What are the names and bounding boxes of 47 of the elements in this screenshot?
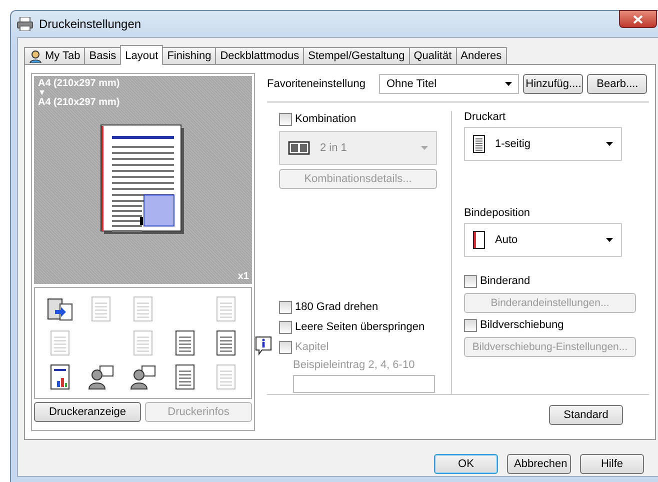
person-icon[interactable]: [88, 364, 114, 390]
favorite-dropdown[interactable]: Ohne Titel: [379, 74, 520, 94]
favorite-label: Favoriteneinstellung: [267, 78, 366, 90]
tab[interactable]: My Tab: [24, 47, 86, 64]
tab[interactable]: Stempel/Gestaltung: [303, 47, 410, 64]
dropdown-arrow-icon: [606, 142, 613, 146]
tab[interactable]: Basis: [84, 47, 122, 64]
copies-count: x1: [238, 271, 249, 282]
paper-size: A4 (210x297 mm): [38, 78, 120, 89]
arrow-icon: ▼: [38, 89, 46, 97]
binding-position-label: Bindeposition: [464, 207, 530, 219]
printer-icon: [17, 17, 33, 31]
page-icon: [473, 135, 485, 153]
tab[interactable]: Layout: [120, 45, 164, 65]
page-icon: [473, 231, 485, 249]
print-type-label: Druckart: [464, 111, 506, 123]
window-title: Druckeinstellungen: [39, 17, 142, 31]
option-checkbox[interactable]: 180 Grad drehen: [279, 299, 378, 315]
dropdown-arrow-icon: [606, 238, 613, 242]
standard-button[interactable]: Standard: [549, 405, 623, 425]
close-icon: [633, 14, 643, 24]
tab[interactable]: Deckblattmodus: [215, 47, 304, 64]
dialog-button[interactable]: Hilfe: [580, 454, 644, 474]
tab[interactable]: Anderes: [456, 47, 507, 64]
close-button[interactable]: [619, 10, 657, 28]
favorite-button[interactable]: Hinzufüg....: [523, 74, 584, 94]
person-icon: [29, 50, 42, 62]
tab[interactable]: Qualität: [408, 47, 457, 64]
chapter-hint: Beispieleintrag 2, 4, 6-10: [293, 359, 415, 371]
printer-icon[interactable]: [46, 296, 73, 322]
favorite-button[interactable]: Bearb....: [587, 74, 648, 94]
two-pages-icon: [288, 141, 310, 155]
tab[interactable]: Finishing: [162, 47, 216, 64]
dialog-button[interactable]: OK: [434, 454, 498, 474]
option-checkbox[interactable]: Binderand: [464, 273, 530, 289]
person-icon[interactable]: [130, 364, 156, 390]
dropdown-arrow-icon: [421, 146, 428, 150]
dropdown-arrow-icon: [505, 82, 512, 86]
option-checkbox[interactable]: Bildverschiebung: [464, 317, 564, 333]
option-checkbox[interactable]: Leere Seiten überspringen: [279, 319, 425, 335]
info-icon[interactable]: [255, 336, 273, 356]
print-type-dropdown[interactable]: 1-seitig: [464, 127, 622, 161]
chapter-input-field[interactable]: [293, 375, 435, 393]
printer-button[interactable]: Druckeranzeige: [34, 402, 141, 422]
paper-size: A4 (210x297 mm): [38, 97, 120, 108]
binding-position-dropdown[interactable]: Auto: [464, 223, 622, 257]
dialog-button[interactable]: Abbrechen: [507, 454, 571, 474]
